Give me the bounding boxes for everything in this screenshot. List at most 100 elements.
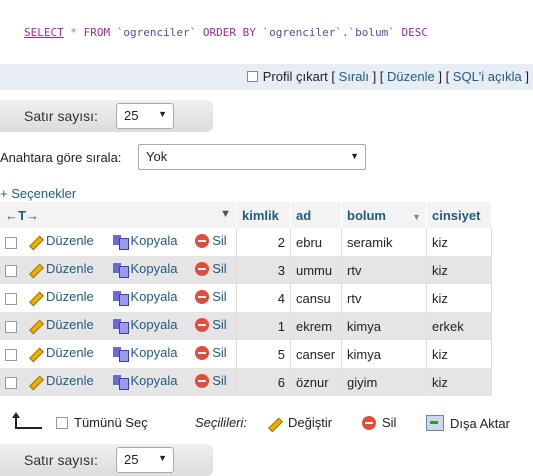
row-checkbox-cell [0,312,22,340]
dropdown-arrow-icon: ▼ [350,151,359,161]
column-options-dropdown-icon[interactable]: ▼ [220,208,231,220]
dropdown-arrow-icon: ▼ [158,453,167,463]
column-nav-header: ←T→ ▼ [0,202,237,228]
navigation-bar-top: Satır sayısı: 25 ▼ [0,100,213,132]
row-checkbox[interactable] [5,265,17,278]
delete-icon [195,289,210,304]
cell-cinsiyet[interactable]: kiz [426,228,492,256]
cell-kimlik[interactable]: 3 [236,256,291,284]
row-edit-button[interactable]: Düzenle [27,317,94,332]
row-delete-button[interactable]: Sil [195,345,227,360]
cell-ad[interactable]: ummu [290,256,342,284]
row-edit-cell: Düzenle [22,228,107,256]
row-edit-button[interactable]: Düzenle [27,289,94,304]
inline-link[interactable]: Sıralı [339,69,369,84]
row-copy-button[interactable]: Kopyala [112,373,178,390]
copy-icon [112,233,129,250]
row-copy-button[interactable]: Kopyala [112,261,178,278]
row-delete-button[interactable]: Sil [195,317,227,333]
column-header-kimlik[interactable]: kimlik [236,202,291,228]
row-checkbox[interactable] [5,349,17,362]
cell-bolum[interactable]: giyim [341,368,427,396]
cell-kimlik[interactable]: 4 [236,284,291,312]
sort-by-key-select[interactable]: Yok ▼ [138,144,366,170]
profiling-label: Profil çıkart [262,69,328,84]
row-copy-button[interactable]: Kopyala [112,289,178,306]
check-all-label: Tümünü Seç [74,415,148,430]
table-row: Düzenle Kopyala Sil 2 ebru seramik kiz [0,228,492,256]
export-icon [426,415,444,431]
dropdown-arrow-icon: ▼ [158,109,167,119]
pencil-icon [27,234,43,248]
cell-kimlik[interactable]: 1 [236,312,291,340]
cell-bolum[interactable]: kimya [341,340,427,368]
check-all-checkbox[interactable] [56,416,68,429]
bulk-actions-bar: Tümünü Seç Seçilileri: Değiştir Sil Dışa… [0,408,533,438]
cell-kimlik[interactable]: 2 [236,228,291,256]
pencil-icon [27,374,43,388]
cell-ad[interactable]: ebru [290,228,342,256]
rows-count-select[interactable]: 25 ▼ [116,103,174,129]
row-copy-button[interactable]: Kopyala [112,345,178,362]
profiling-checkbox[interactable] [246,71,258,82]
cell-bolum[interactable]: seramik [341,228,427,256]
bulk-change-button[interactable]: Değiştir [266,415,332,430]
cell-ad[interactable]: öznur [290,368,342,396]
cell-cinsiyet[interactable]: kiz [426,340,492,368]
row-delete-button[interactable]: Sil [195,373,227,388]
row-checkbox[interactable] [5,293,17,306]
edit-sql-link[interactable]: Düzenle [387,69,435,84]
row-delete-cell: Sil [190,256,238,284]
row-delete-cell: Sil [190,312,238,340]
row-delete-label: Sil [212,317,227,333]
row-edit-button[interactable]: Düzenle [27,261,94,276]
cell-bolum[interactable]: rtv [341,256,427,284]
row-delete-button[interactable]: Sil [195,261,227,276]
pencil-icon [266,416,282,430]
row-edit-button[interactable]: Düzenle [27,373,94,388]
row-checkbox[interactable] [5,377,17,390]
row-copy-cell: Kopyala [106,368,191,396]
cell-kimlik[interactable]: 6 [236,368,291,396]
options-toggle-link[interactable]: + Seçenekler [0,186,76,201]
delete-icon [195,233,210,248]
table-row: Düzenle Kopyala Sil 3 ummu rtv kiz [0,256,492,284]
column-arrows-icon[interactable]: ←T→ [5,208,39,223]
bulk-delete-button[interactable]: Sil [362,415,396,430]
row-delete-button[interactable]: Sil [195,289,227,305]
cell-ad[interactable]: cansu [290,284,342,312]
row-checkbox[interactable] [5,237,17,250]
cell-ad[interactable]: ekrem [290,312,342,340]
cell-bolum[interactable]: rtv [341,284,427,312]
row-copy-button[interactable]: Kopyala [112,233,178,250]
row-delete-button[interactable]: Sil [195,233,227,248]
row-delete-label: Sil [212,289,227,305]
cell-kimlik[interactable]: 5 [236,340,291,368]
cell-cinsiyet[interactable]: kiz [426,284,492,312]
column-header-ad[interactable]: ad [290,202,342,228]
delete-icon [195,345,210,360]
rows-count-select[interactable]: 25 ▼ [116,447,174,473]
cell-cinsiyet[interactable]: erkek [426,312,492,340]
cell-bolum[interactable]: kimya [341,312,427,340]
sql-select-keyword[interactable]: SELECT [24,26,64,39]
cell-cinsiyet[interactable]: kiz [426,368,492,396]
row-edit-button[interactable]: Düzenle [27,233,94,248]
sort-by-key-label: Anahtara göre sırala: [0,150,122,165]
row-edit-cell: Düzenle [22,284,107,312]
cell-ad[interactable]: canser [290,340,342,368]
row-checkbox[interactable] [5,321,17,334]
row-copy-label: Kopyala [130,233,178,248]
row-edit-cell: Düzenle [22,312,107,340]
pencil-icon [27,262,43,276]
row-edit-button[interactable]: Düzenle [27,345,94,360]
row-copy-button[interactable]: Kopyala [112,317,178,334]
copy-icon [112,317,129,334]
bulk-export-button[interactable]: Dışa Aktar [426,415,510,431]
check-all-control[interactable]: Tümünü Seç [56,415,148,430]
row-copy-label: Kopyala [130,261,178,276]
column-header-cinsiyet[interactable]: cinsiyet [426,202,492,228]
cell-cinsiyet[interactable]: kiz [426,256,492,284]
explain-sql-link[interactable]: SQL'i açıkla [453,69,522,84]
column-header-bolum[interactable]: bolum ▼ [341,202,427,228]
